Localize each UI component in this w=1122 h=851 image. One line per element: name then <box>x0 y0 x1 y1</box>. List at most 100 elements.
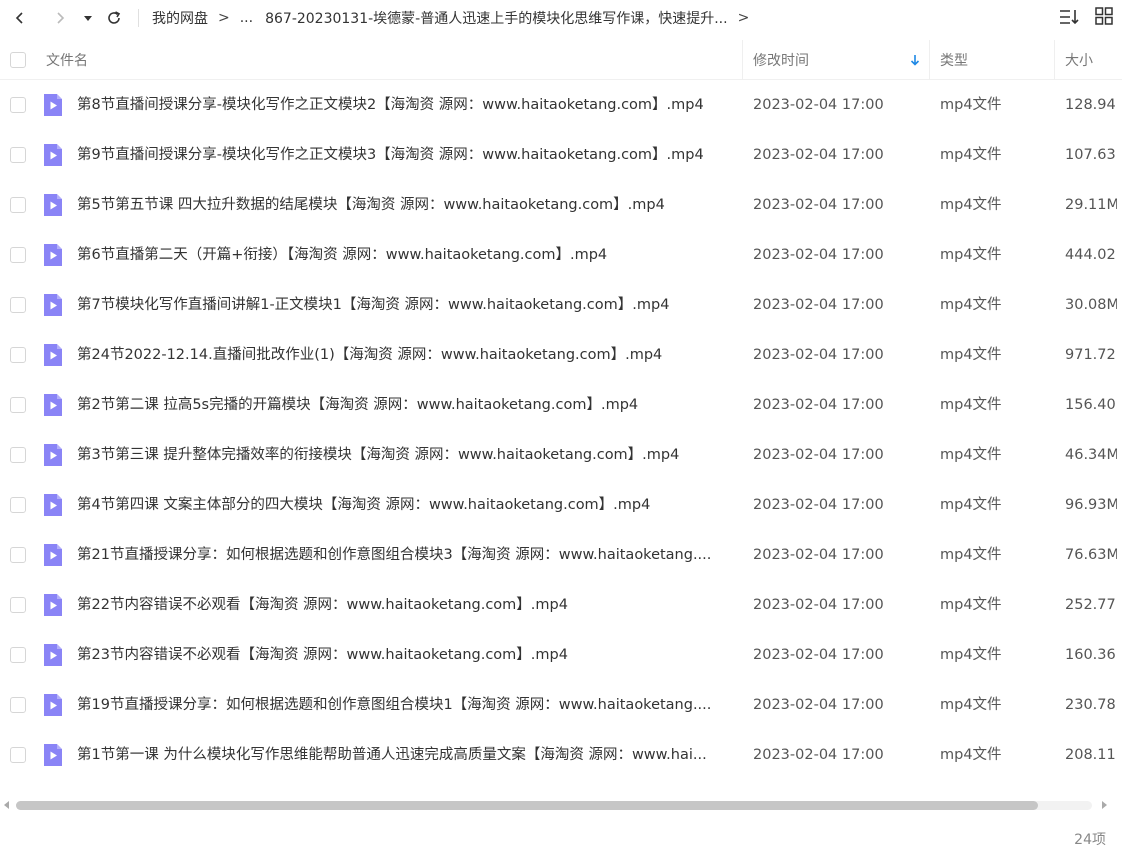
file-modified-date: 2023-02-04 17:00 <box>753 97 884 113</box>
file-row[interactable]: 第5节第五节课 四大拉升数据的结尾模块【海淘资 源网：www.haitaoket… <box>0 180 1122 230</box>
column-header-date[interactable]: 修改时间 <box>753 40 809 80</box>
column-header-name[interactable]: 文件名 <box>46 40 88 80</box>
video-file-icon <box>44 194 62 216</box>
file-name[interactable]: 第7节模块化写作直播间讲解1-正文模块1【海淘资 源网：www.haitaoke… <box>77 280 732 330</box>
row-checkbox[interactable] <box>10 447 26 463</box>
grid-icon <box>1095 7 1113 25</box>
row-checkbox[interactable] <box>10 97 26 113</box>
breadcrumb-item-current[interactable]: 867-20230131-埃德蒙-普通人迅速上手的模块化思维写作课，快速提升..… <box>265 8 727 28</box>
breadcrumb-separator: > <box>737 10 750 26</box>
file-type: mp4文件 <box>940 597 1002 613</box>
file-name[interactable]: 第19节直播授课分享：如何根据选题和创作意图组合模块1【海淘资 源网：www.h… <box>77 680 732 730</box>
file-name[interactable]: 第3节第三课 提升整体完播效率的衔接模块【海淘资 源网：www.haitaoke… <box>77 430 732 480</box>
file-row[interactable]: 第19节直播授课分享：如何根据选题和创作意图组合模块1【海淘资 源网：www.h… <box>0 680 1122 730</box>
scrollbar-thumb[interactable] <box>16 801 1038 810</box>
row-checkbox[interactable] <box>10 397 26 413</box>
breadcrumb-item-ellipsis[interactable]: ... <box>240 10 253 26</box>
file-row[interactable]: 第24节2022-12.14.直播间批改作业(1)【海淘资 源网：www.hai… <box>0 330 1122 380</box>
file-type: mp4文件 <box>940 547 1002 563</box>
file-modified-date: 2023-02-04 17:00 <box>753 197 884 213</box>
grid-view-button[interactable] <box>1094 6 1114 32</box>
breadcrumb: 我的网盘 > ... 867-20230131-埃德蒙-普通人迅速上手的模块化思… <box>152 0 759 36</box>
file-name[interactable]: 第22节内容错误不必观看【海淘资 源网：www.haitaoketang.com… <box>77 580 732 630</box>
breadcrumb-separator: > <box>218 10 230 26</box>
breadcrumb-item-root[interactable]: 我的网盘 <box>152 8 208 28</box>
file-name[interactable]: 第24节2022-12.14.直播间批改作业(1)【海淘资 源网：www.hai… <box>77 330 732 380</box>
file-row[interactable]: 第4节第四课 文案主体部分的四大模块【海淘资 源网：www.haitaoketa… <box>0 480 1122 530</box>
file-row[interactable]: 第21节直播授课分享：如何根据选题和创作意图组合模块3【海淘资 源网：www.h… <box>0 530 1122 580</box>
video-file-icon <box>44 144 62 166</box>
column-divider[interactable] <box>742 40 743 80</box>
file-modified-date: 2023-02-04 17:00 <box>753 297 884 313</box>
scroll-right-arrow-icon[interactable] <box>1099 800 1109 810</box>
back-button[interactable] <box>8 6 32 30</box>
row-checkbox[interactable] <box>10 747 26 763</box>
column-header-type[interactable]: 类型 <box>940 40 968 80</box>
file-name[interactable]: 第5节第五节课 四大拉升数据的结尾模块【海淘资 源网：www.haitaoket… <box>77 180 732 230</box>
file-modified-date: 2023-02-04 17:00 <box>753 447 884 463</box>
column-header-size[interactable]: 大小 <box>1065 40 1093 80</box>
refresh-button[interactable] <box>102 6 126 30</box>
horizontal-scrollbar[interactable] <box>0 796 1122 814</box>
row-checkbox[interactable] <box>10 347 26 363</box>
file-row[interactable]: 第1节第一课 为什么模块化写作思维能帮助普通人迅速完成高质量文案【海淘资 源网：… <box>0 730 1122 780</box>
row-checkbox[interactable] <box>10 297 26 313</box>
file-row[interactable]: 第8节直播间授课分享-模块化写作之正文模块2【海淘资 源网：www.haitao… <box>0 80 1122 130</box>
file-size: 76.63M <box>1065 547 1117 563</box>
file-row[interactable]: 第9节直播间授课分享-模块化写作之正文模块3【海淘资 源网：www.haitao… <box>0 130 1122 180</box>
column-divider[interactable] <box>1054 40 1055 80</box>
sort-list-icon <box>1060 10 1079 25</box>
column-divider[interactable] <box>929 40 930 80</box>
file-row[interactable]: 第6节直播第二天（开篇+衔接）【海淘资 源网：www.haitaoketang.… <box>0 230 1122 280</box>
row-checkbox[interactable] <box>10 647 26 663</box>
file-modified-date: 2023-02-04 17:00 <box>753 547 884 563</box>
row-checkbox[interactable] <box>10 547 26 563</box>
row-checkbox[interactable] <box>10 597 26 613</box>
file-name[interactable]: 第23节内容错误不必观看【海淘资 源网：www.haitaoketang.com… <box>77 630 732 680</box>
file-type: mp4文件 <box>940 197 1002 213</box>
video-file-icon <box>44 544 62 566</box>
file-name[interactable]: 第2节第二课 拉高5s完播的开篇模块【海淘资 源网：www.haitaoketa… <box>77 380 732 430</box>
file-modified-date: 2023-02-04 17:00 <box>753 697 884 713</box>
row-checkbox[interactable] <box>10 147 26 163</box>
video-file-icon <box>44 644 62 666</box>
file-modified-date: 2023-02-04 17:00 <box>753 647 884 663</box>
video-file-icon <box>44 694 62 716</box>
file-size: 230.78 <box>1065 697 1116 713</box>
file-row[interactable]: 第22节内容错误不必观看【海淘资 源网：www.haitaoketang.com… <box>0 580 1122 630</box>
history-dropdown-button[interactable] <box>76 6 100 30</box>
checkbox[interactable] <box>10 52 26 68</box>
file-name[interactable]: 第4节第四课 文案主体部分的四大模块【海淘资 源网：www.haitaoketa… <box>77 480 732 530</box>
row-checkbox[interactable] <box>10 697 26 713</box>
select-all-checkbox[interactable] <box>10 40 26 80</box>
file-size: 128.94 <box>1065 97 1116 113</box>
file-type: mp4文件 <box>940 697 1002 713</box>
file-row[interactable]: 第2节第二课 拉高5s完播的开篇模块【海淘资 源网：www.haitaoketa… <box>0 380 1122 430</box>
file-type: mp4文件 <box>940 97 1002 113</box>
file-modified-date: 2023-02-04 17:00 <box>753 397 884 413</box>
chevron-left-icon <box>15 12 23 24</box>
row-checkbox[interactable] <box>10 497 26 513</box>
file-name[interactable]: 第1节第一课 为什么模块化写作思维能帮助普通人迅速完成高质量文案【海淘资 源网：… <box>77 730 732 780</box>
file-type: mp4文件 <box>940 447 1002 463</box>
file-modified-date: 2023-02-04 17:00 <box>753 147 884 163</box>
file-size: 107.63 <box>1065 147 1116 163</box>
file-name[interactable]: 第8节直播间授课分享-模块化写作之正文模块2【海淘资 源网：www.haitao… <box>77 80 732 130</box>
sort-button[interactable] <box>1058 6 1080 32</box>
file-row[interactable]: 第3节第三课 提升整体完播效率的衔接模块【海淘资 源网：www.haitaoke… <box>0 430 1122 480</box>
row-checkbox[interactable] <box>10 197 26 213</box>
file-name[interactable]: 第6节直播第二天（开篇+衔接）【海淘资 源网：www.haitaoketang.… <box>77 230 732 280</box>
file-size: 160.36 <box>1065 647 1116 663</box>
file-type: mp4文件 <box>940 647 1002 663</box>
row-checkbox[interactable] <box>10 247 26 263</box>
file-name[interactable]: 第21节直播授课分享：如何根据选题和创作意图组合模块3【海淘资 源网：www.h… <box>77 530 732 580</box>
video-file-icon <box>44 244 62 266</box>
refresh-icon <box>108 11 121 24</box>
file-row[interactable]: 第7节模块化写作直播间讲解1-正文模块1【海淘资 源网：www.haitaoke… <box>0 280 1122 330</box>
file-modified-date: 2023-02-04 17:00 <box>753 347 884 363</box>
file-name[interactable]: 第9节直播间授课分享-模块化写作之正文模块3【海淘资 源网：www.haitao… <box>77 130 732 180</box>
video-file-icon <box>44 444 62 466</box>
scroll-left-arrow-icon[interactable] <box>2 800 12 810</box>
forward-button[interactable] <box>48 6 72 30</box>
file-row[interactable]: 第23节内容错误不必观看【海淘资 源网：www.haitaoketang.com… <box>0 630 1122 680</box>
